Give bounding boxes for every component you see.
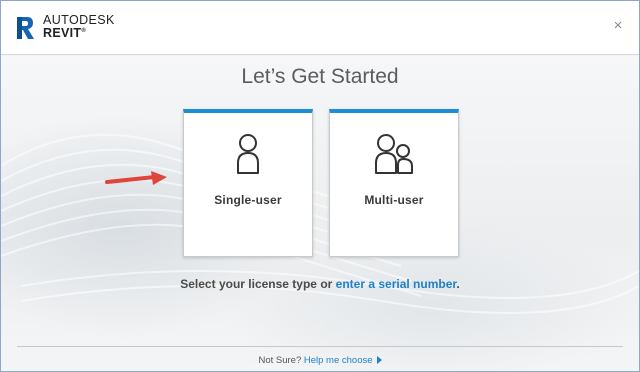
revit-logo-icon <box>15 15 35 41</box>
help-me-choose-link[interactable]: Help me choose <box>304 355 382 366</box>
single-user-button[interactable]: Single-user <box>183 109 313 257</box>
brand-wordmark: AUTODESK REVIT® <box>43 14 115 40</box>
single-user-label: Single-user <box>214 193 282 207</box>
license-dialog: AUTODESK REVIT® × Let’s Get Started Sing… <box>0 0 640 372</box>
play-arrow-icon <box>376 356 382 364</box>
footer-divider <box>17 346 623 347</box>
license-prompt-period: . <box>456 277 460 291</box>
help-me-choose-label: Help me choose <box>303 355 373 366</box>
background-graphic <box>1 133 639 314</box>
multi-user-label: Multi-user <box>364 193 424 207</box>
trademark-mark: ® <box>81 28 87 34</box>
page-title: Let’s Get Started <box>241 65 399 88</box>
dialog-header: AUTODESK REVIT® × <box>1 1 639 55</box>
single-person-icon <box>184 131 312 179</box>
license-prompt: Select your license type or enter a seri… <box>1 277 639 291</box>
license-prompt-text: Select your license type or <box>180 277 333 291</box>
brand-product: REVIT <box>43 26 82 40</box>
enter-serial-number-link[interactable]: enter a serial number <box>336 277 457 291</box>
pointer-arrow-icon <box>105 171 167 185</box>
close-icon[interactable]: × <box>611 18 625 33</box>
multi-user-button[interactable]: Multi-user <box>329 109 459 257</box>
footer: Not Sure? Help me choose <box>1 355 639 366</box>
multi-person-icon <box>330 131 458 179</box>
not-sure-text: Not Sure? <box>258 355 302 366</box>
